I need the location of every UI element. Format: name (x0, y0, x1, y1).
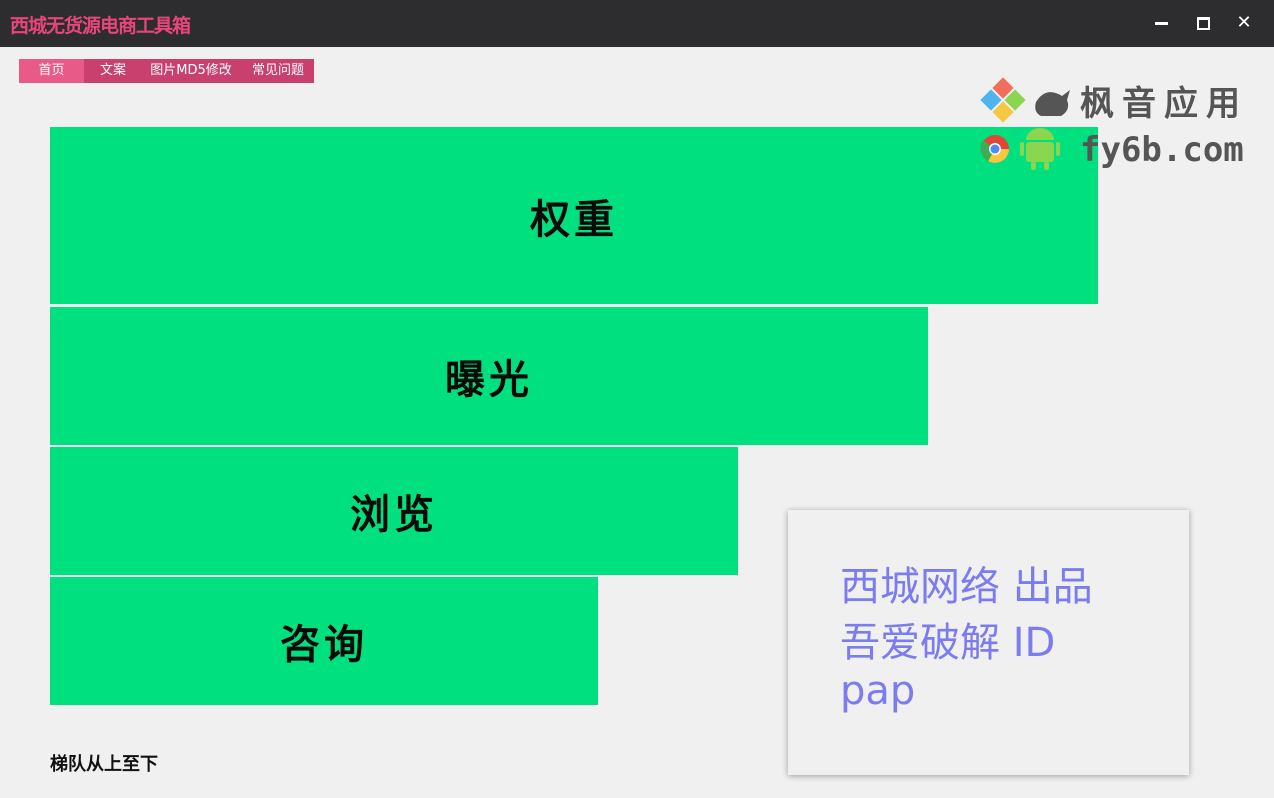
ladder-footer-label: 梯队从上至下 (50, 754, 158, 775)
watermark: 枫音应用 fy6b.com (978, 76, 1258, 172)
title-bar: 西城无货源电商工具箱 ✕ (0, 0, 1274, 47)
ladder-bar-inquiry: 咨询 (50, 577, 598, 705)
maximize-icon (1196, 16, 1210, 30)
menu-item-faq[interactable]: 常见问题 (245, 59, 311, 83)
ladder-bar-label: 咨询 (280, 621, 368, 668)
app-title: 西城无货源电商工具箱 (10, 15, 191, 37)
credits-panel: 西城网络 出品 吾爱破解 ID pap (788, 510, 1189, 775)
ladder-bar-label: 浏览 (350, 491, 438, 538)
credit-line-forum-id: 吾爱破解 ID (840, 620, 1056, 666)
menu-item-image-md5[interactable]: 图片MD5修改 (141, 59, 241, 83)
watermark-text-domain: fy6b.com (1080, 130, 1244, 170)
ladder-bar-weight: 权重 (50, 127, 1098, 304)
credit-line-publisher: 西城网络 出品 (840, 564, 1093, 610)
close-button[interactable]: ✕ (1229, 9, 1259, 37)
ladder-bar-exposure: 曝光 (50, 307, 928, 445)
credit-line-username: pap (840, 668, 916, 714)
watermark-text-brand: 枫音应用 (1080, 84, 1248, 124)
menu-bar: 首页 文案 图片MD5修改 常见问题 (19, 59, 314, 83)
minimize-icon (1154, 21, 1168, 25)
menu-item-copywriting[interactable]: 文案 (91, 59, 135, 83)
ladder-bar-label: 曝光 (445, 356, 533, 403)
close-icon: ✕ (1236, 12, 1252, 33)
ladder-bar-browse: 浏览 (50, 447, 738, 575)
minimize-button[interactable] (1146, 9, 1176, 37)
watermark-logo-icon (980, 77, 1070, 170)
ladder-bar-label: 权重 (530, 195, 618, 243)
maximize-button[interactable] (1188, 9, 1218, 37)
menu-item-home[interactable]: 首页 (19, 59, 84, 83)
